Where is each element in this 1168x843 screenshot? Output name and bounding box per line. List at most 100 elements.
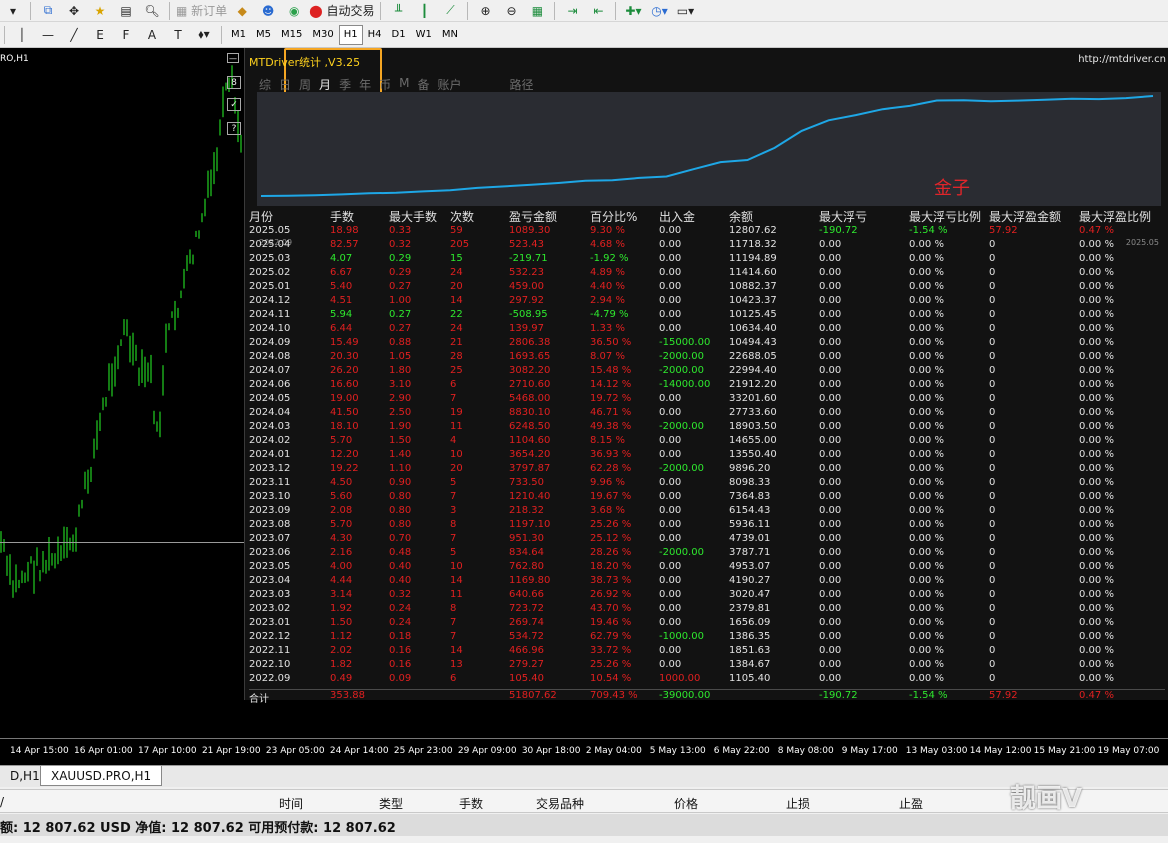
zoom-in-icon[interactable]: ⊕ xyxy=(474,1,496,21)
panel-minimize-button[interactable]: — xyxy=(227,53,239,63)
col-symbol[interactable]: 交易品种 xyxy=(536,795,584,812)
cell-count: 28 xyxy=(450,351,463,362)
tf-m1[interactable]: M1 xyxy=(226,25,251,45)
chart-shift-icon[interactable]: ⇤ xyxy=(587,1,609,21)
header-pnl[interactable]: 盈亏金额 xyxy=(509,208,557,225)
header-max-float-profit-pct[interactable]: 最大浮盈比例 xyxy=(1079,208,1151,225)
zoom-window-icon[interactable]: 🔍︎ xyxy=(141,1,163,21)
cell-max-float-loss-pct: 0.00 % xyxy=(909,337,944,348)
panel-check-button[interactable]: ✓ xyxy=(227,98,241,111)
cell-max-float-profit-pct: 0.00 % xyxy=(1079,295,1114,306)
tab-path[interactable]: 路径 xyxy=(510,76,534,93)
tf-m30[interactable]: M30 xyxy=(307,25,338,45)
header-lots[interactable]: 手数 xyxy=(330,208,354,225)
cell-lots: 5.94 xyxy=(330,309,353,320)
cell-max-float-loss: 0.00 xyxy=(819,645,842,656)
cell-percent: 18.20 % xyxy=(590,561,632,572)
tab-note[interactable]: 备 xyxy=(417,76,429,93)
signal-icon[interactable]: ◉ xyxy=(283,1,305,21)
header-balance[interactable]: 余额 xyxy=(729,208,753,225)
col-lots[interactable]: 手数 xyxy=(459,795,483,812)
horizontal-line-icon[interactable]: — xyxy=(37,25,59,45)
tab-year[interactable]: 年 xyxy=(359,76,371,93)
table-row: 2022.11 2.02 0.16 14 466.96 33.72 % 0.00 1851.6… xyxy=(249,645,1165,659)
tf-d1[interactable]: D1 xyxy=(387,25,411,45)
favorites-icon[interactable]: ★ xyxy=(89,1,111,21)
col-price[interactable]: 价格 xyxy=(674,795,698,812)
cell-max-float-profit: 0 xyxy=(989,435,996,446)
price-level-line[interactable] xyxy=(0,542,244,543)
arrows-icon[interactable]: ⬧▾ xyxy=(193,25,215,45)
text-tool-icon[interactable]: A xyxy=(141,25,163,45)
header-deposit[interactable]: 出入金 xyxy=(659,208,695,225)
tf-h4[interactable]: H4 xyxy=(363,25,387,45)
periods-icon[interactable]: ◷▾ xyxy=(648,1,670,21)
cell-pnl: 733.50 xyxy=(509,477,544,488)
candlestick-series xyxy=(0,65,242,598)
tf-mn[interactable]: MN xyxy=(437,25,463,45)
cell-balance: 7364.83 xyxy=(729,491,771,502)
header-month[interactable]: 月份 xyxy=(249,208,273,225)
indicators-icon[interactable]: ✚▾ xyxy=(622,1,644,21)
crosshair-icon[interactable]: ✥ xyxy=(63,1,85,21)
cell-max-float-profit-pct: 0.00 % xyxy=(1079,323,1114,334)
tab-summary[interactable]: 综 xyxy=(259,76,271,93)
panel-settings-button[interactable]: 8 xyxy=(227,76,241,89)
tab-month[interactable]: 月 xyxy=(319,76,331,93)
menu-dropdown-icon[interactable]: ▾ xyxy=(2,1,24,21)
metaeditor-icon[interactable]: ◆ xyxy=(231,1,253,21)
header-count[interactable]: 次数 xyxy=(450,208,474,225)
trendline-icon[interactable]: ╱ xyxy=(63,25,85,45)
zoom-out-icon[interactable]: ⊖ xyxy=(500,1,522,21)
navigator-icon[interactable]: ▤ xyxy=(115,1,137,21)
cell-max-float-loss-pct: 0.00 % xyxy=(909,491,944,502)
header-max-float-loss-pct[interactable]: 最大浮亏比例 xyxy=(909,208,981,225)
header-max-lots[interactable]: 最大手数 xyxy=(389,208,437,225)
tab-week[interactable]: 周 xyxy=(299,76,311,93)
tab-quarter[interactable]: 季 xyxy=(339,76,351,93)
cell-pnl: 1210.40 xyxy=(509,491,551,502)
tf-m15[interactable]: M15 xyxy=(276,25,307,45)
tab-currency[interactable]: 币 xyxy=(379,76,391,93)
col-sl[interactable]: 止损 xyxy=(786,795,810,812)
col-order[interactable]: / xyxy=(0,795,4,809)
header-max-float-profit[interactable]: 最大浮盈金额 xyxy=(989,208,1061,225)
cell-count: 5 xyxy=(450,477,457,488)
cell-balance: 3787.71 xyxy=(729,547,771,558)
header-max-float-loss[interactable]: 最大浮亏 xyxy=(819,208,867,225)
cell-deposit: -15000.00 xyxy=(659,337,711,348)
tf-m5[interactable]: M5 xyxy=(251,25,276,45)
tab-account[interactable]: 账户 xyxy=(437,76,461,93)
tab-day[interactable]: 日 xyxy=(279,76,291,93)
cell-month: 2025.05 xyxy=(249,225,291,236)
chart-tab-xauusd[interactable]: XAUUSD.PRO,H1 xyxy=(40,766,163,786)
price-chart[interactable]: RO,H1 8 ✓ ? — MTDriver统计 ,V3.25 http://m… xyxy=(0,48,1168,765)
bar-chart-icon[interactable]: ╨ xyxy=(387,1,409,21)
new-order-button[interactable]: ▦ 新订单 xyxy=(176,1,227,21)
col-time[interactable]: 时间 xyxy=(279,795,303,812)
text-label-icon[interactable]: T xyxy=(167,25,189,45)
panel-url-link[interactable]: http://mtdriver.cn xyxy=(1078,54,1166,65)
line-chart-icon[interactable]: ⟋ xyxy=(439,1,461,21)
col-tp[interactable]: 止盈 xyxy=(899,795,923,812)
fibo-icon[interactable]: F xyxy=(115,25,137,45)
templates-icon[interactable]: ▭▾ xyxy=(674,1,696,21)
tf-h1[interactable]: H1 xyxy=(338,24,363,45)
tile-windows-icon[interactable]: ▦ xyxy=(526,1,548,21)
profiles-icon[interactable]: ⧉ xyxy=(37,1,59,21)
channel-icon[interactable]: E xyxy=(89,25,111,45)
tf-w1[interactable]: W1 xyxy=(411,25,437,45)
balance-text: 额: 12 807.62 USD 净值: 12 807.62 可用预付款: 12… xyxy=(0,821,396,836)
col-type[interactable]: 类型 xyxy=(379,795,403,812)
user-icon[interactable]: ☻ xyxy=(257,1,279,21)
candle-chart-icon[interactable]: ┃ xyxy=(413,1,435,21)
auto-trade-button[interactable]: ⬤ 自动交易 xyxy=(309,1,374,21)
autoscroll-icon[interactable]: ⇥ xyxy=(561,1,583,21)
tab-magic[interactable]: M xyxy=(399,76,409,93)
panel-help-button[interactable]: ? xyxy=(227,122,241,135)
header-percent[interactable]: 百分比% xyxy=(590,208,637,225)
cell-percent: 62.79 % xyxy=(590,631,632,642)
vertical-line-icon[interactable]: │ xyxy=(11,25,33,45)
cell-max-float-profit: 0 xyxy=(989,421,996,432)
cell-max-float-profit: 0 xyxy=(989,407,996,418)
